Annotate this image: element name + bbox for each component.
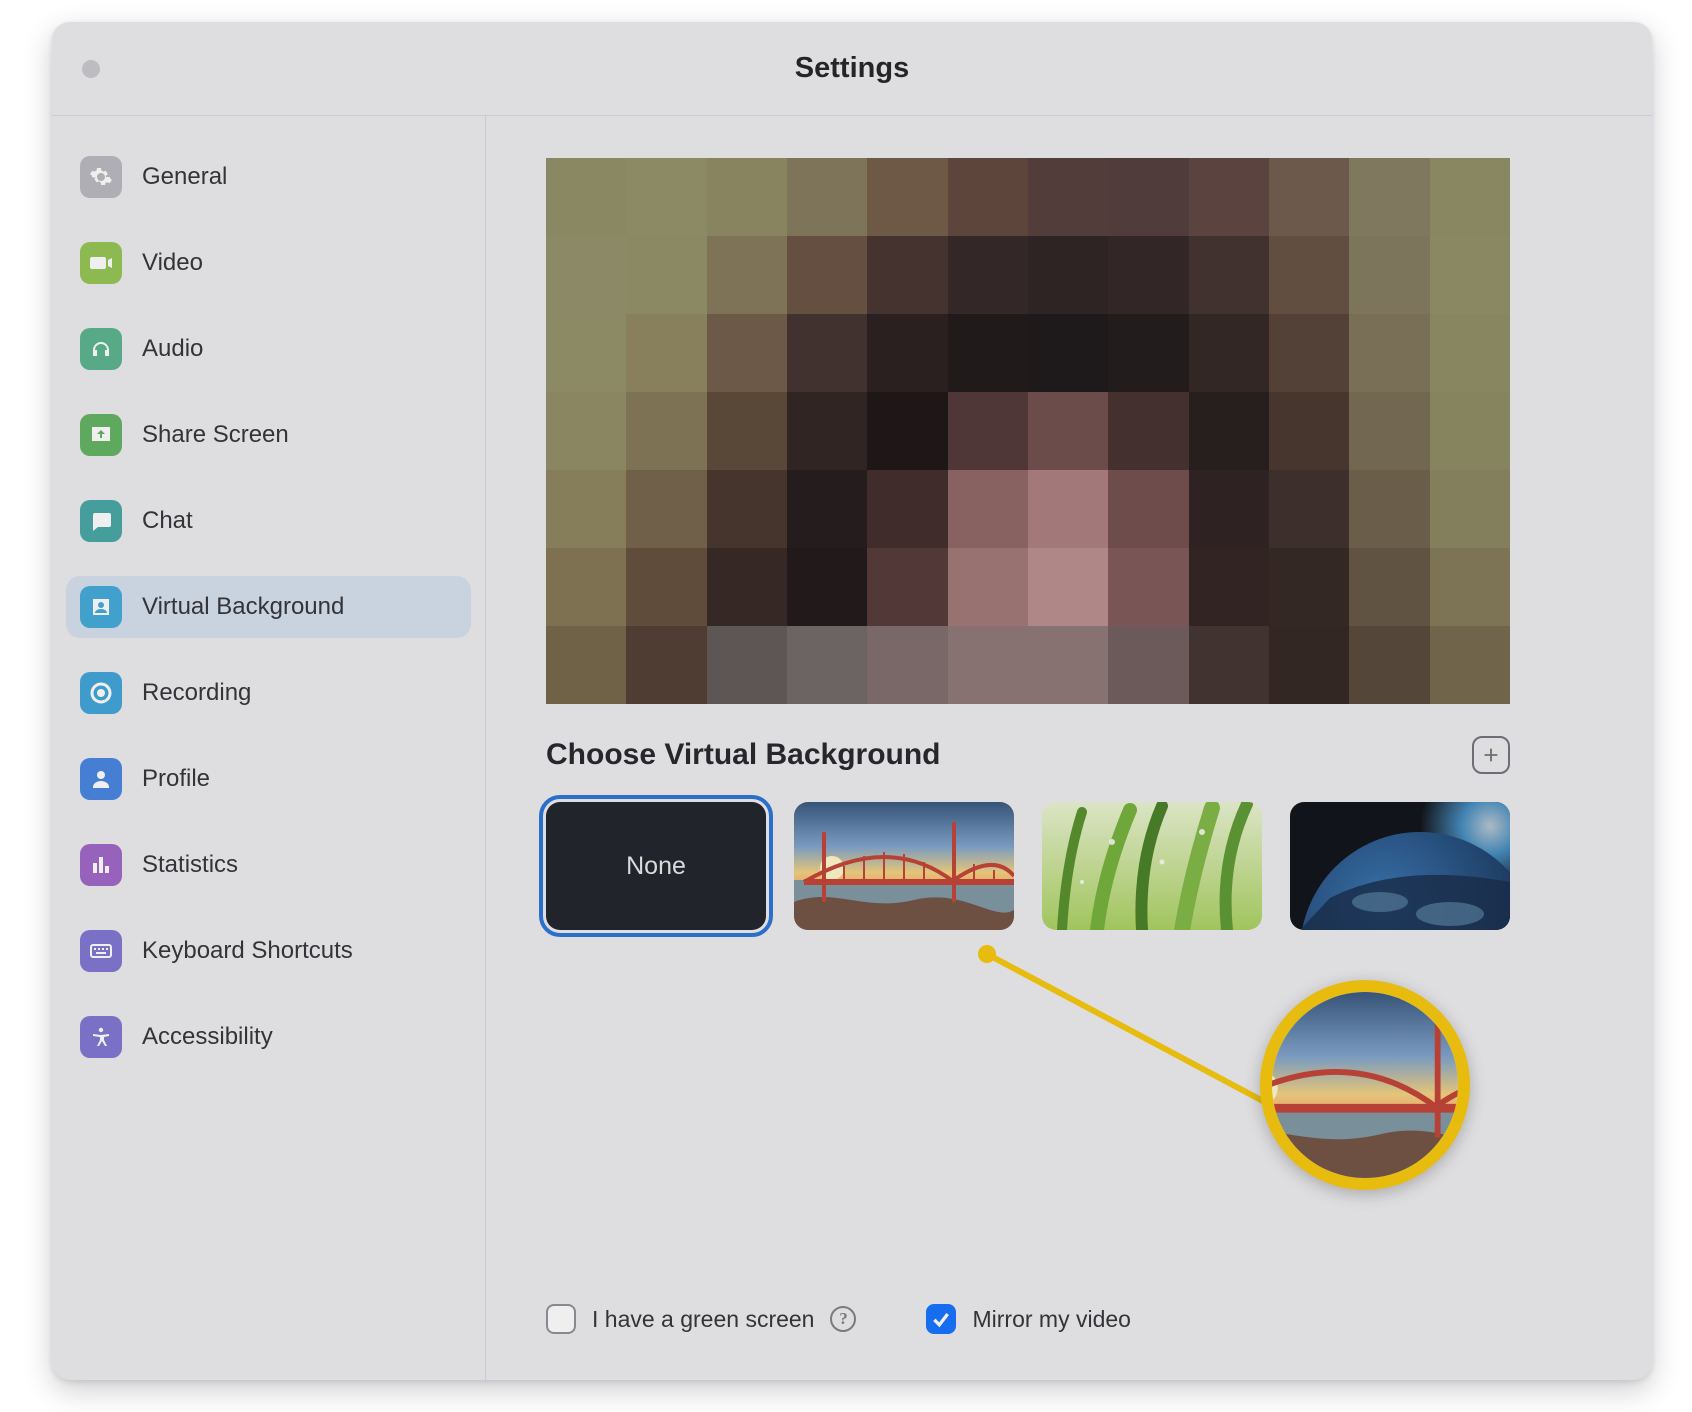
options-row: I have a green screen ? Mirror my video <box>546 1304 1131 1334</box>
chat-icon <box>80 500 122 542</box>
gear-icon <box>80 156 122 198</box>
sidebar-item-label: General <box>142 163 227 191</box>
video-preview <box>546 158 1510 704</box>
statistics-icon <box>80 844 122 886</box>
sidebar-item-chat[interactable]: Chat <box>66 490 471 552</box>
plus-icon <box>1480 744 1502 766</box>
background-thumbnails: None <box>546 802 1592 930</box>
virtual-bg-icon <box>80 586 122 628</box>
annotation-anchor-dot <box>978 945 996 963</box>
annotation-magnified-thumbnail <box>1260 980 1470 1190</box>
sidebar-item-label: Statistics <box>142 851 238 879</box>
green-screen-label: I have a green screen <box>592 1306 814 1333</box>
sidebar-item-label: Keyboard Shortcuts <box>142 937 353 965</box>
sidebar-item-label: Audio <box>142 335 203 363</box>
sidebar-item-accessibility[interactable]: Accessibility <box>66 1006 471 1068</box>
sidebar-item-share-screen[interactable]: Share Screen <box>66 404 471 466</box>
sidebar-item-label: Profile <box>142 765 210 793</box>
check-icon <box>931 1309 951 1329</box>
recording-icon <box>80 672 122 714</box>
sidebar-item-label: Video <box>142 249 203 277</box>
sidebar-item-profile[interactable]: Profile <box>66 748 471 810</box>
mirror-video-label: Mirror my video <box>972 1306 1130 1333</box>
settings-sidebar: General Video Audio <box>52 116 486 1380</box>
sidebar-item-virtual-background[interactable]: Virtual Background <box>66 576 471 638</box>
video-icon <box>80 242 122 284</box>
sidebar-item-label: Chat <box>142 507 193 535</box>
background-option-label: None <box>626 852 686 881</box>
green-screen-help-icon[interactable]: ? <box>830 1306 856 1332</box>
background-option-grass[interactable] <box>1042 802 1262 930</box>
add-background-button[interactable] <box>1472 736 1510 774</box>
settings-window: Settings General Video <box>52 22 1652 1380</box>
window-title: Settings <box>795 52 909 85</box>
sidebar-item-statistics[interactable]: Statistics <box>66 834 471 896</box>
sidebar-item-label: Accessibility <box>142 1023 273 1051</box>
section-title: Choose Virtual Background <box>546 738 941 772</box>
mirror-video-checkbox[interactable] <box>926 1304 956 1334</box>
window-close-dot[interactable] <box>82 60 100 78</box>
share-screen-icon <box>80 414 122 456</box>
green-screen-checkbox[interactable] <box>546 1304 576 1334</box>
sidebar-item-label: Share Screen <box>142 421 289 449</box>
background-option-none[interactable]: None <box>546 802 766 930</box>
sidebar-item-video[interactable]: Video <box>66 232 471 294</box>
titlebar: Settings <box>52 22 1652 116</box>
background-option-earth[interactable] <box>1290 802 1510 930</box>
keyboard-icon <box>80 930 122 972</box>
sidebar-item-recording[interactable]: Recording <box>66 662 471 724</box>
sidebar-item-label: Virtual Background <box>142 593 344 621</box>
profile-icon <box>80 758 122 800</box>
accessibility-icon <box>80 1016 122 1058</box>
background-option-bridge[interactable] <box>794 802 1014 930</box>
settings-main-panel: Choose Virtual Background None <box>486 116 1652 1380</box>
annotation-connector-line <box>978 945 1328 1145</box>
sidebar-item-general[interactable]: General <box>66 146 471 208</box>
sidebar-item-keyboard-shortcuts[interactable]: Keyboard Shortcuts <box>66 920 471 982</box>
sidebar-item-audio[interactable]: Audio <box>66 318 471 380</box>
sidebar-item-label: Recording <box>142 679 251 707</box>
headphones-icon <box>80 328 122 370</box>
